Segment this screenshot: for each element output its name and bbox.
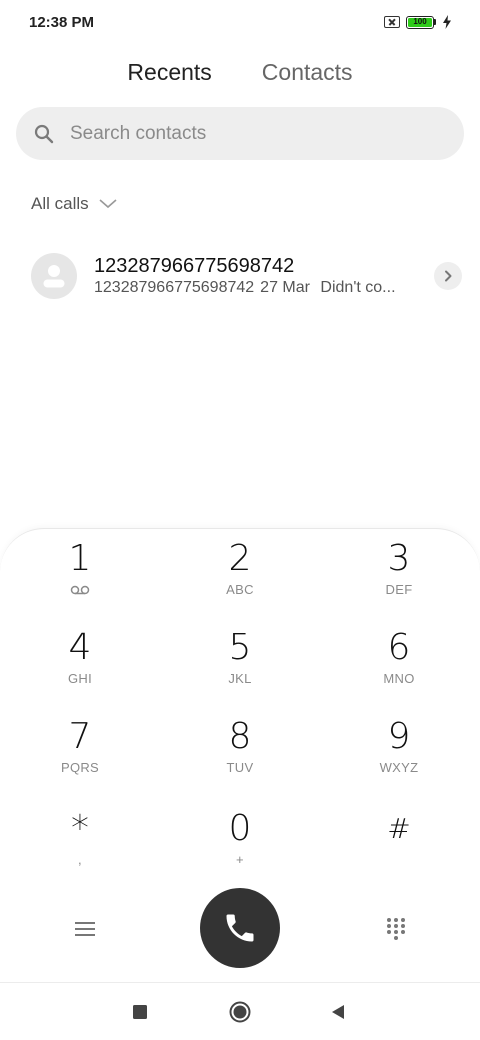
system-nav-bar xyxy=(0,982,480,1040)
dial-key-digit: # xyxy=(387,812,411,845)
menu-icon xyxy=(75,922,95,936)
dial-key-3[interactable]: 3 DEF xyxy=(339,539,459,619)
call-button[interactable] xyxy=(200,888,280,968)
dial-key-letters: DEF xyxy=(385,582,413,597)
dial-key-digit: 0 xyxy=(228,808,252,849)
dial-key-7[interactable]: 7 PQRS xyxy=(20,717,140,797)
battery-level: 100 xyxy=(408,17,432,27)
dial-key-0[interactable]: 0 + xyxy=(180,809,300,889)
dial-key-digit: 5 xyxy=(228,627,252,668)
charging-bolt-icon xyxy=(443,15,451,29)
dial-key-digit: 1 xyxy=(68,538,92,579)
dial-key-letters: , xyxy=(78,852,82,867)
menu-button[interactable] xyxy=(70,914,100,944)
chevron-right-icon xyxy=(445,270,452,282)
call-entry-text: 123287966775698742 123287966775698742 27 … xyxy=(94,254,424,298)
dial-key-letters: MNO xyxy=(383,671,415,686)
dial-key-5[interactable]: 5 JKL xyxy=(180,628,300,708)
dial-key-6[interactable]: 6 MNO xyxy=(339,628,459,708)
tab-contacts[interactable]: Contacts xyxy=(262,59,353,86)
search-icon xyxy=(34,124,54,143)
dialpad-icon xyxy=(387,918,405,940)
back-triangle-icon xyxy=(332,1005,344,1019)
home-nav-button[interactable] xyxy=(227,999,253,1025)
call-entry-status: Didn't co... xyxy=(320,279,396,296)
list-item[interactable]: 123287966775698742 123287966775698742 27 … xyxy=(0,240,480,312)
search-bar[interactable] xyxy=(16,107,464,160)
status-time: 12:38 PM xyxy=(29,13,95,31)
dial-key-letters: WXYZ xyxy=(379,760,419,775)
call-details-button[interactable] xyxy=(434,262,462,290)
dial-key-4[interactable]: 4 GHI xyxy=(20,628,140,708)
dial-key-letters: + xyxy=(236,852,244,867)
dial-key-digit: 6 xyxy=(387,627,411,668)
call-entry-number: 123287966775698742 xyxy=(94,279,255,296)
home-circle-icon xyxy=(229,1001,251,1023)
call-entry-date: 27 Mar xyxy=(260,279,310,296)
phone-icon xyxy=(226,914,254,942)
dial-key-letters: JKL xyxy=(228,671,252,686)
call-filter-dropdown[interactable]: All calls xyxy=(31,190,117,218)
sim-off-icon xyxy=(384,16,400,28)
battery-icon: 100 xyxy=(406,15,436,29)
dial-key-hash[interactable]: # xyxy=(339,809,459,889)
dial-key-digit: 8 xyxy=(228,716,252,757)
dial-key-digit: 7 xyxy=(68,716,92,757)
search-input[interactable] xyxy=(70,122,446,145)
tab-bar: Recents Contacts xyxy=(0,52,480,92)
dial-key-digit: * xyxy=(71,808,89,849)
dial-key-9[interactable]: 9 WXYZ xyxy=(339,717,459,797)
dial-key-digit: 3 xyxy=(387,538,411,579)
dial-key-letters: TUV xyxy=(226,760,254,775)
back-nav-button[interactable] xyxy=(325,999,351,1025)
call-entry-name: 123287966775698742 xyxy=(94,255,295,277)
avatar xyxy=(31,253,77,299)
call-filter-label: All calls xyxy=(31,194,89,213)
dial-key-letters: GHI xyxy=(67,671,92,686)
recents-square-icon xyxy=(133,1005,147,1019)
chevron-down-icon xyxy=(99,199,117,209)
person-icon xyxy=(43,265,65,288)
dial-key-digit: 2 xyxy=(228,538,252,579)
dial-key-8[interactable]: 8 TUV xyxy=(180,717,300,797)
dial-key-digit: 9 xyxy=(387,716,411,757)
status-bar: 12:38 PM 100 xyxy=(0,0,480,44)
dial-key-2[interactable]: 2 ABC xyxy=(180,539,300,619)
status-icons: 100 xyxy=(384,15,452,29)
dial-key-digit: 4 xyxy=(68,627,92,668)
dial-key-star[interactable]: * , xyxy=(20,809,140,889)
keypad-toggle-button[interactable] xyxy=(381,914,411,944)
dial-key-letters: PQRS xyxy=(60,760,100,775)
call-entry-detail: 123287966775698742 27 Mar Didn't co... xyxy=(94,278,400,298)
recents-nav-button[interactable] xyxy=(127,999,153,1025)
dial-key-1[interactable]: 1 xyxy=(20,539,140,619)
tab-recents[interactable]: Recents xyxy=(127,59,211,86)
dialer-actions xyxy=(0,888,480,970)
voicemail-icon xyxy=(70,585,90,595)
dial-key-letters: ABC xyxy=(226,582,254,597)
